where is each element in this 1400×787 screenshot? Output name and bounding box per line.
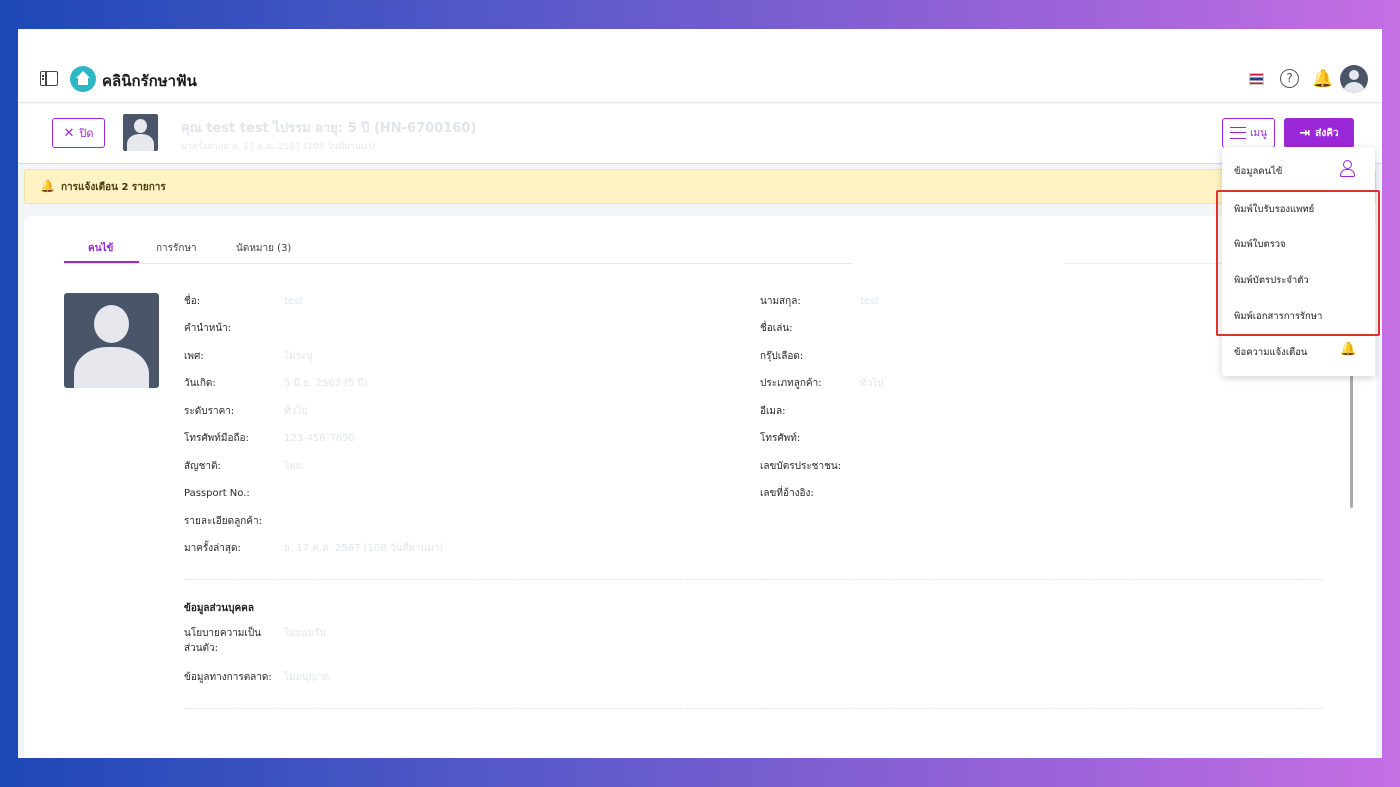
thailand-flag-icon[interactable] <box>1249 73 1264 85</box>
alert-text: การแจ้งเตือน 2 รายการ <box>61 182 166 193</box>
patient-photo <box>64 293 159 388</box>
tab-treatment[interactable]: การรักษา <box>156 241 197 256</box>
menu-label: เมนู <box>1250 127 1267 139</box>
field-label: ข้อมูลทางการตลาด: <box>184 672 272 683</box>
field-value: 5 มิ.ย. 2562 (5 ปี) <box>284 378 368 389</box>
close-icon: ✕ <box>63 125 75 141</box>
bell-icon[interactable]: 🔔 <box>1312 69 1333 89</box>
patient-last-visit: มาครั้งล่าสุด อ. 17 ต.ค. 2567 (108 วันที… <box>181 142 376 152</box>
field-label: ชื่อ: <box>184 296 201 307</box>
top-navbar: คลินิกรักษาฟัน ? 🔔 <box>18 29 1382 103</box>
divider <box>184 708 1324 709</box>
bell-icon: 🔔 <box>1340 342 1357 357</box>
brand-name: คลินิกรักษาฟัน <box>102 72 197 90</box>
field-label: วันเกิด: <box>184 378 216 389</box>
menu-item-label: ข้อมูลคนไข้ <box>1234 166 1283 177</box>
alert-bell-icon: 🔔 <box>40 179 55 193</box>
send-queue-button[interactable]: ⇥ ส่งคิว <box>1284 118 1354 148</box>
alert-bar[interactable]: 🔔 การแจ้งเตือน 2 รายการ <box>24 169 1376 204</box>
app-window: คลินิกรักษาฟัน ? 🔔 ✕ ปิด คุณ test test ไ… <box>18 29 1382 758</box>
field-label: อีเมล: <box>760 406 786 417</box>
field-value: ไทย <box>284 461 302 472</box>
field-value: ทั่วไป <box>860 378 884 389</box>
field-label: เลขบัตรประชาชน: <box>760 461 842 472</box>
field-value: อ. 17 ต.ค. 2567 (108 วันที่ผ่านมา) <box>284 543 444 554</box>
field-label: นโยบายความเป็น ส่วนตัว: <box>184 628 262 654</box>
field-label: มาครั้งล่าสุด: <box>184 543 241 554</box>
send-queue-label: ส่งคิว <box>1315 127 1339 139</box>
field-label: ชื่อเล่น: <box>760 323 793 334</box>
field-value: 123-456-7890 <box>284 433 355 444</box>
field-label: โทรศัพท์มือถือ: <box>184 433 249 444</box>
person-icon <box>1340 159 1355 177</box>
patient-header: ✕ ปิด คุณ test test ไปรรม อายุ: 5 ปี (HN… <box>18 104 1382 164</box>
close-button[interactable]: ✕ ปิด <box>52 118 105 148</box>
menu-item-notification-message[interactable]: ข้อความแจ้งเตือน 🔔 <box>1222 334 1375 369</box>
field-value: ไม่ยอมรับ <box>284 628 326 639</box>
field-label: นามสกุล: <box>760 296 801 307</box>
tab-patient[interactable]: คนไข้ <box>88 241 113 256</box>
patient-info-card: คนไข้ การรักษา นัดหมาย (3) ชื่อ: test คำ… <box>24 216 1376 758</box>
personal-section-title: ข้อมูลส่วนบุคคล <box>184 603 254 614</box>
divider <box>184 579 1324 580</box>
field-label: กรุ๊ปเลือด: <box>760 351 804 362</box>
field-label: เพศ: <box>184 351 204 362</box>
tab-appointments[interactable]: นัดหมาย (3) <box>236 241 291 256</box>
menu-button[interactable]: เมนู <box>1222 118 1275 148</box>
help-icon[interactable]: ? <box>1280 69 1299 88</box>
clinic-logo-icon <box>70 66 96 92</box>
active-tab-indicator <box>64 261 139 263</box>
field-value: test <box>284 296 304 307</box>
sidebar-toggle-icon[interactable] <box>40 71 58 86</box>
field-value: ไม่อนุญาต <box>284 672 330 683</box>
field-label: โทรศัพท์: <box>760 433 801 444</box>
field-label: คำนำหน้า: <box>184 323 232 334</box>
menu-item-label: ข้อความแจ้งเตือน <box>1234 347 1308 358</box>
patient-avatar <box>123 114 158 151</box>
menu-item-patient-info[interactable]: ข้อมูลคนไข้ <box>1222 153 1375 188</box>
close-label: ปิด <box>79 127 94 140</box>
scrollbar[interactable] <box>1350 368 1353 508</box>
field-label: Passport No.: <box>184 488 250 499</box>
patient-title: คุณ test test ไปรรม อายุ: 5 ปี (HN-67001… <box>181 121 477 136</box>
field-label: สัญชาติ: <box>184 461 221 472</box>
send-queue-icon: ⇥ <box>1299 125 1311 141</box>
field-value: ทั่วไป <box>284 406 308 417</box>
tab-bar: คนไข้ การรักษา นัดหมาย (3) <box>64 234 852 264</box>
field-label: เลขที่อ้างอิง: <box>760 488 814 499</box>
hamburger-icon <box>1230 127 1247 139</box>
field-value: ไม่ระบุ <box>284 351 313 362</box>
field-value: test <box>860 296 880 307</box>
highlight-annotation <box>1216 190 1380 336</box>
field-label: ระดับราคา: <box>184 406 235 417</box>
field-label: รายละเอียดลูกค้า: <box>184 516 262 527</box>
field-label: ประเภทลูกค้า: <box>760 378 822 389</box>
user-avatar[interactable] <box>1340 65 1368 93</box>
